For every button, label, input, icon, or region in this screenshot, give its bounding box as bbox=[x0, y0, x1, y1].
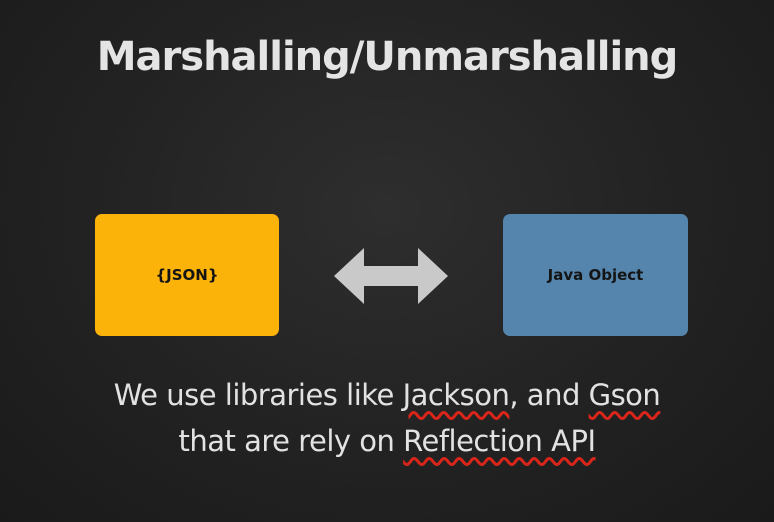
json-box-label: {JSON} bbox=[155, 266, 219, 284]
jackson-highlight: Jackson bbox=[402, 378, 510, 412]
caption-text: , and bbox=[509, 378, 589, 412]
slide-title: Marshalling/Unmarshalling bbox=[96, 34, 679, 80]
java-object-box-label: Java Object bbox=[547, 266, 644, 284]
json-box: {JSON} bbox=[95, 214, 279, 336]
caption-text: We use libraries like bbox=[113, 378, 403, 412]
caption-text: that are rely on bbox=[178, 424, 404, 458]
reflection-api-highlight: Reflection API bbox=[403, 424, 596, 458]
slide-caption: We use libraries like Jackson, and Gson … bbox=[0, 372, 774, 464]
double-headed-arrow-icon bbox=[334, 248, 448, 304]
gson-highlight: Gson bbox=[588, 378, 661, 412]
java-object-box: Java Object bbox=[503, 214, 688, 336]
caption-line-2: that are rely on Reflection API bbox=[0, 418, 774, 464]
caption-line-1: We use libraries like Jackson, and Gson bbox=[0, 372, 774, 418]
